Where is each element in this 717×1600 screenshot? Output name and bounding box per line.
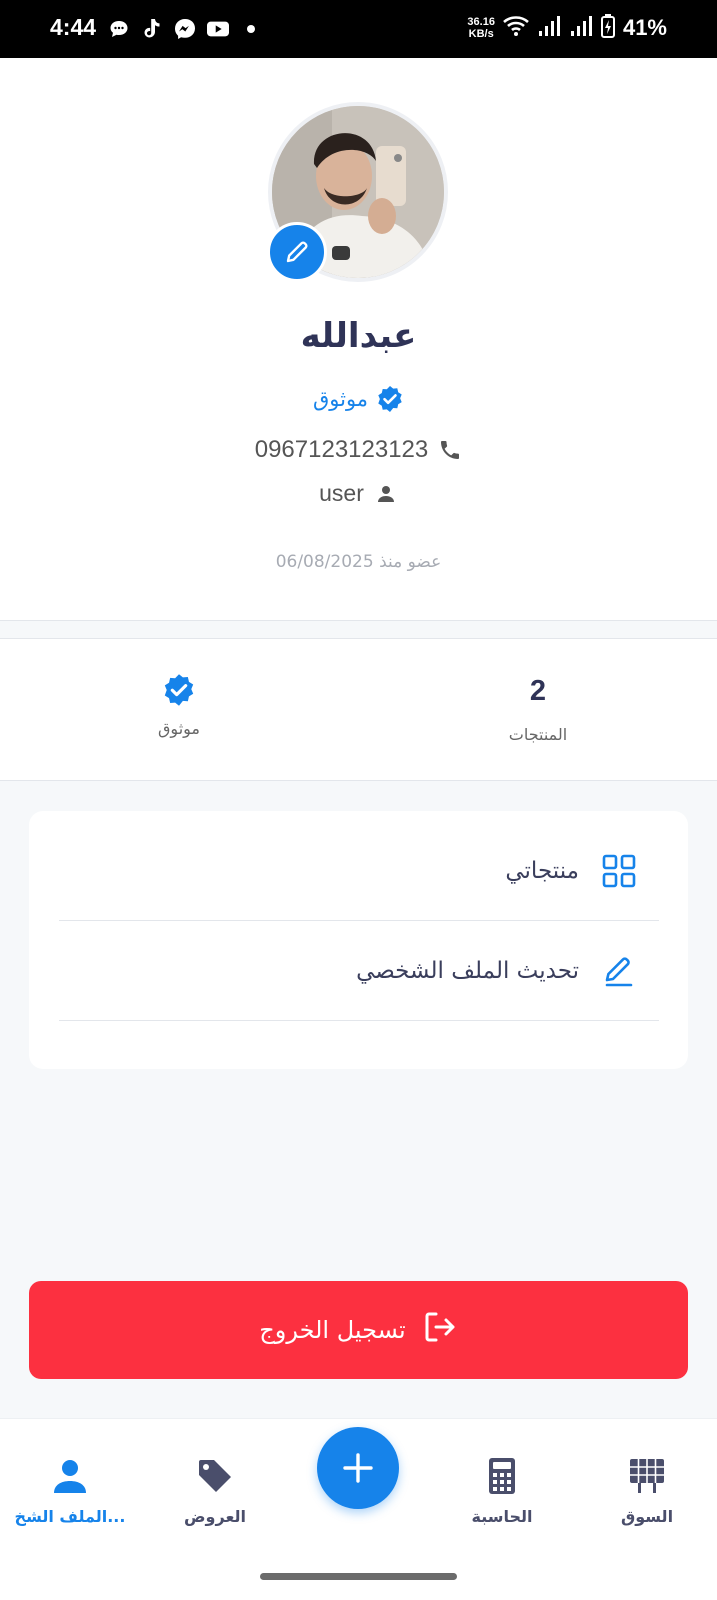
system-status-icons: 36.16 KB/s 41% <box>467 14 667 42</box>
logout-label: تسجيل الخروج <box>259 1316 406 1344</box>
plus-icon <box>343 1453 373 1483</box>
status-time: 4:44 <box>50 14 97 40</box>
nav-label: العروض <box>184 1507 246 1526</box>
role-line: user <box>0 480 717 507</box>
phone-line: 0967123123123 <box>0 436 717 464</box>
verified-label: موثوق <box>312 387 369 411</box>
person-icon <box>377 485 394 502</box>
phone-icon <box>441 441 460 459</box>
nav-label: الملف الشخ... <box>14 1507 126 1526</box>
nav-label: الحاسبة <box>471 1507 533 1526</box>
member-since: عضو منذ 06/08/2025 <box>0 552 717 572</box>
nav-item-market[interactable]: السوق <box>577 1457 717 1526</box>
pencil-icon <box>286 241 308 263</box>
more-notifications-dot-icon <box>240 18 262 40</box>
verified-badge-icon <box>164 674 194 706</box>
menu-card: منتجاتي تحديث الملف الشخصي <box>29 811 688 1069</box>
profile-name: عبدالله <box>300 316 417 356</box>
youtube-icon <box>207 18 229 40</box>
tiktok-icon <box>141 18 163 40</box>
menu-item-my-products[interactable]: منتجاتي <box>59 821 659 921</box>
stat-products: 2 المنتجات <box>359 639 717 782</box>
verified-status: موثوق <box>0 385 717 413</box>
logout-icon <box>422 1309 458 1351</box>
grid-icon <box>599 851 639 891</box>
market-grid-icon <box>630 1459 664 1493</box>
tag-icon <box>199 1460 231 1492</box>
signal-icon-1 <box>537 15 561 41</box>
menu-item-label: منتجاتي <box>505 857 579 884</box>
stat-verified: موثوق <box>0 639 358 782</box>
edit-avatar-button[interactable] <box>267 222 327 282</box>
status-bar: 4:44 36.16 KB/s 41% <box>0 0 717 58</box>
user-role: user <box>319 480 364 506</box>
nav-item-calculator[interactable]: الحاسبة <box>432 1457 572 1526</box>
notification-icons <box>108 18 262 40</box>
stat-verified-icon-wrap <box>0 673 358 707</box>
messenger-icon <box>174 18 196 40</box>
person-icon <box>54 1460 86 1493</box>
profile-header: عبدالله موثوق 0967123123123 user عضو منذ… <box>0 58 717 621</box>
chat-bubble-icon <box>108 18 130 40</box>
battery-charging-icon <box>600 14 615 42</box>
verified-badge-icon <box>378 386 402 412</box>
pencil-icon <box>599 951 639 991</box>
menu-item-label: تحديث الملف الشخصي <box>356 957 579 984</box>
nav-label: السوق <box>620 1507 674 1526</box>
logout-button[interactable]: تسجيل الخروج <box>29 1281 688 1379</box>
wifi-icon <box>503 15 529 41</box>
verified-stat-label: موثوق <box>158 719 200 738</box>
stats-section: 2 المنتجات موثوق <box>0 638 717 781</box>
calculator-icon <box>489 1458 515 1494</box>
products-count: 2 <box>529 675 547 707</box>
network-speed: 36.16 KB/s <box>467 16 495 40</box>
member-since-date: 06/08/2025 <box>275 552 374 572</box>
home-indicator[interactable] <box>260 1573 457 1580</box>
nav-item-profile[interactable]: الملف الشخ... <box>0 1457 140 1526</box>
products-label: المنتجات <box>508 725 568 744</box>
signal-icon-2 <box>569 15 593 41</box>
battery-percentage: 41% <box>622 15 667 40</box>
member-since-label: عضو منذ <box>379 552 442 572</box>
menu-item-update-profile[interactable]: تحديث الملف الشخصي <box>59 921 659 1021</box>
add-button[interactable] <box>317 1427 399 1509</box>
nav-item-offers[interactable]: العروض <box>145 1457 285 1526</box>
phone-number: 0967123123123 <box>254 436 429 463</box>
